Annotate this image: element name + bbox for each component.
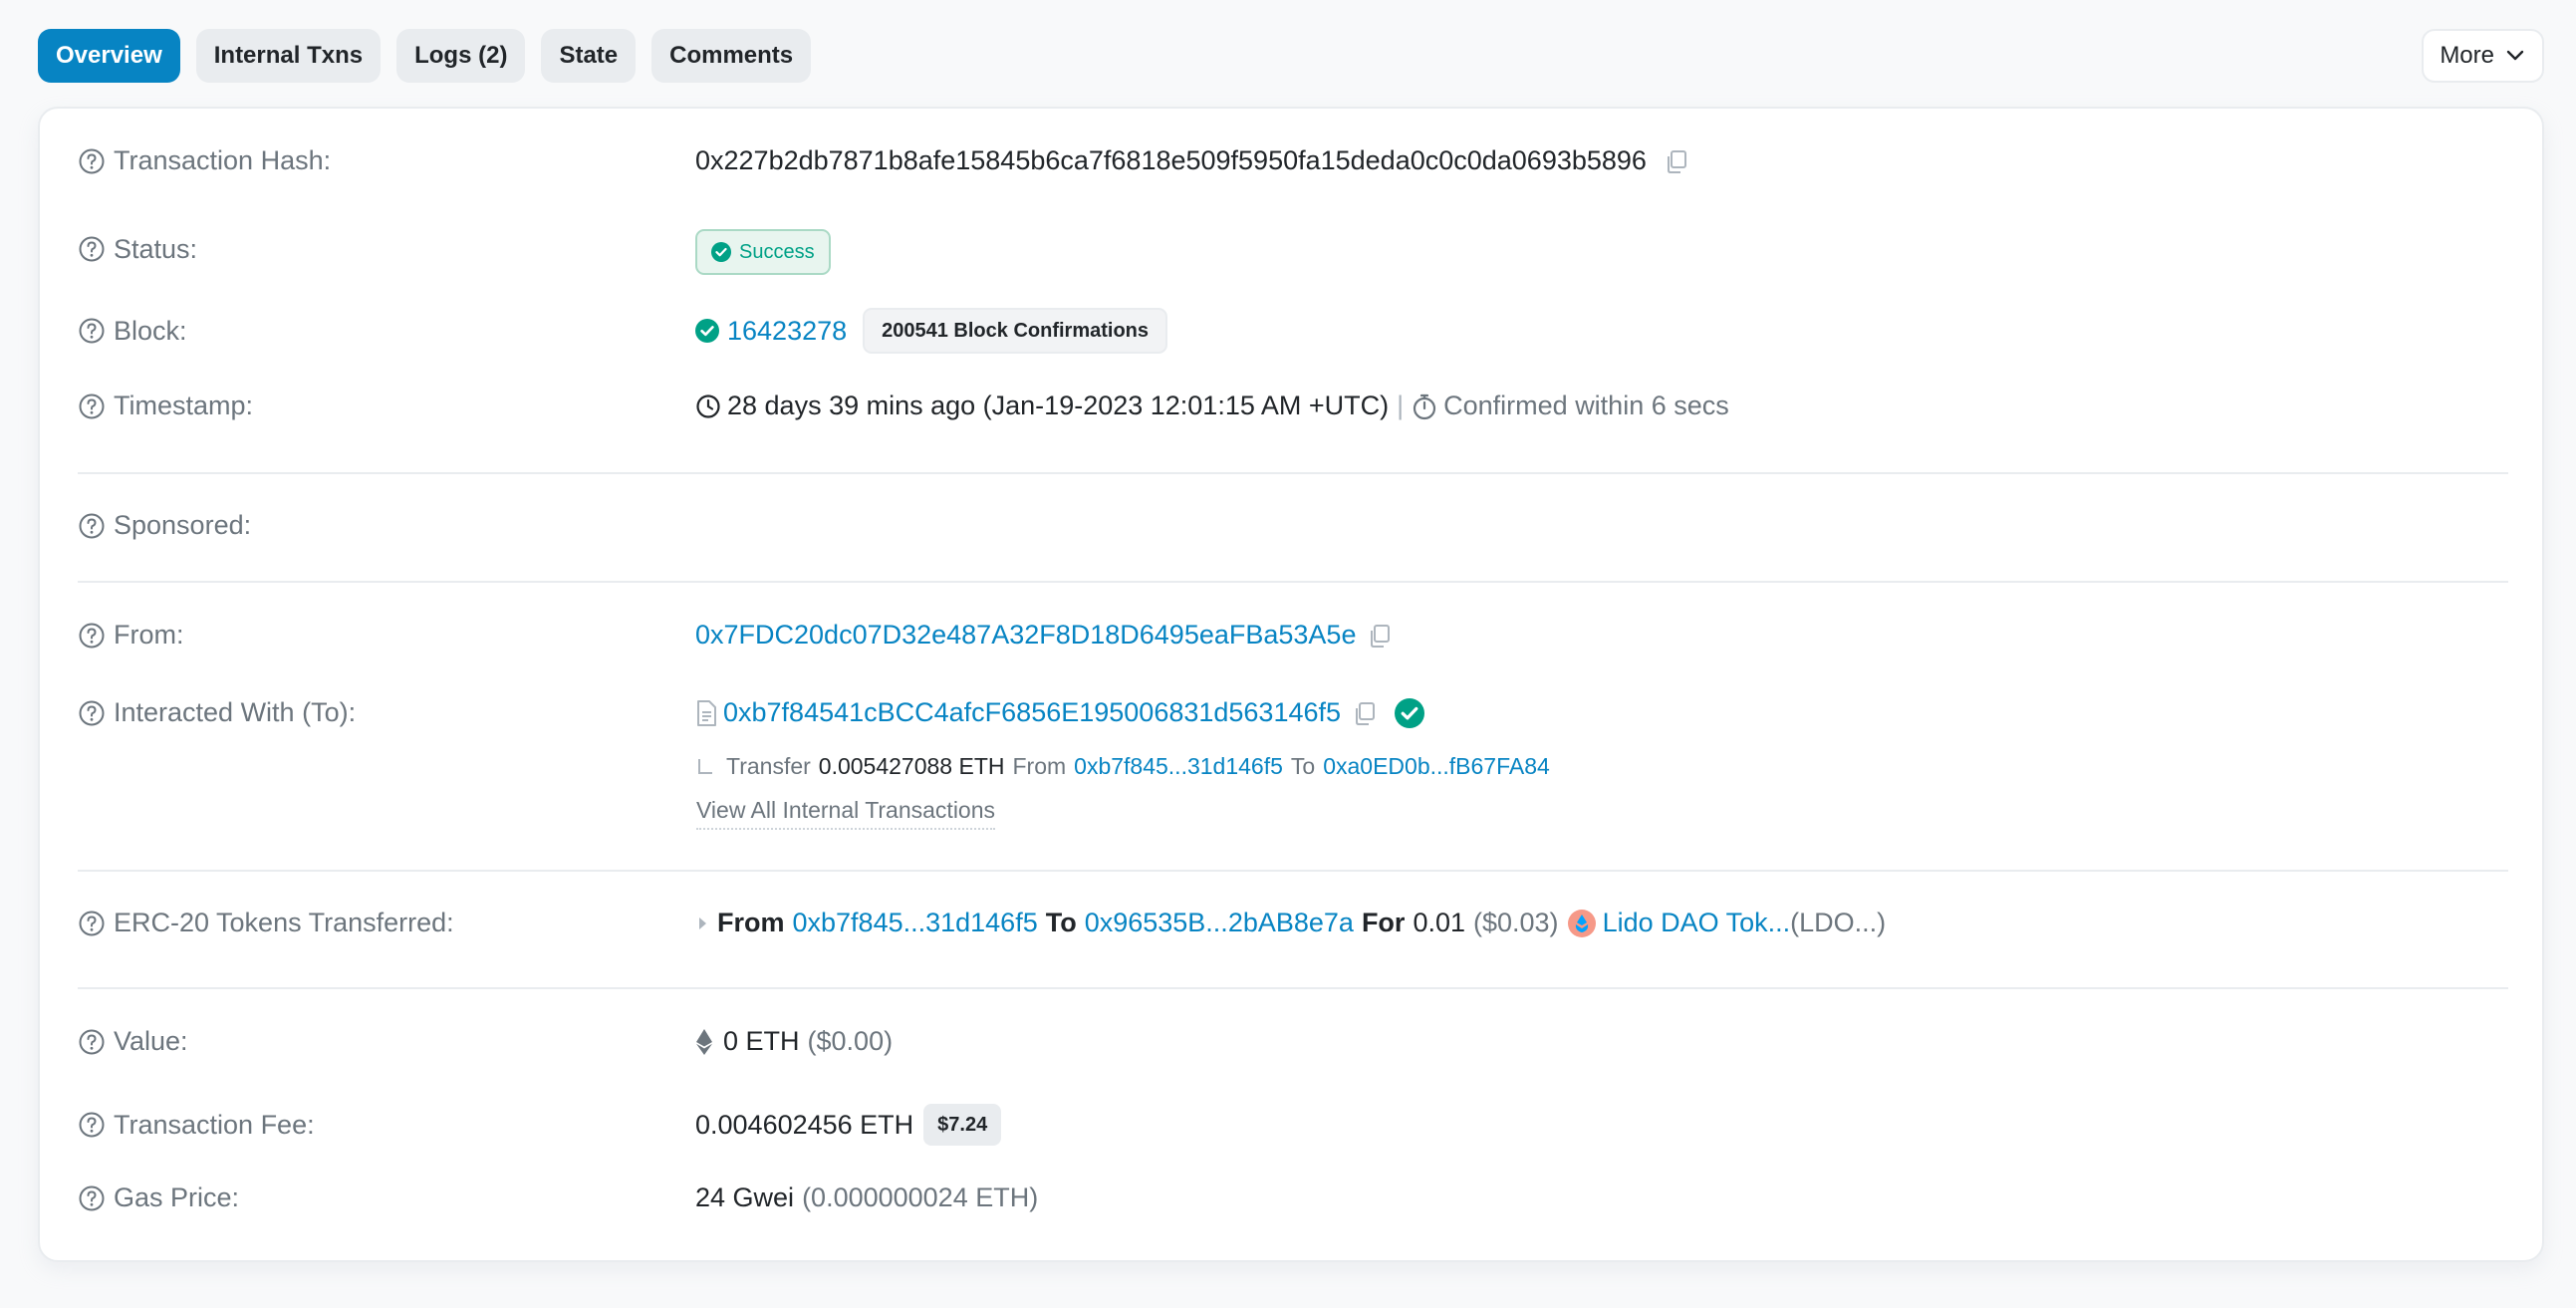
question-circle-icon[interactable] <box>78 910 106 937</box>
question-circle-icon[interactable] <box>78 1111 106 1139</box>
divider <box>78 987 2508 989</box>
transfer-prefix: Transfer <box>726 753 811 779</box>
confirmed-within-text: Confirmed within 6 secs <box>1443 391 1729 420</box>
erc20-from-word: From <box>717 908 785 937</box>
status-text: Success <box>739 240 815 263</box>
to-address-link[interactable]: 0xb7f84541cBCC4afcF6856E195006831d563146… <box>723 697 1341 728</box>
erc20-token-link[interactable]: Lido DAO Tok... <box>1603 908 1791 938</box>
question-circle-icon[interactable] <box>78 622 106 650</box>
fee-row: Transaction Fee: 0.004602456 ETH $7.24 <box>78 1104 2508 1146</box>
transaction-details-page: Overview Internal Txns Logs (2) State Co… <box>0 0 2576 1308</box>
timestamp-separator: | <box>1397 391 1405 420</box>
fee-label: Transaction Fee: <box>114 1109 315 1140</box>
value-eth: 0 ETH <box>723 1026 800 1056</box>
question-circle-icon[interactable] <box>78 1184 106 1212</box>
erc20-amount: 0.01 <box>1413 908 1465 937</box>
question-circle-icon[interactable] <box>78 235 106 263</box>
stopwatch-icon <box>1414 393 1436 419</box>
question-circle-icon[interactable] <box>78 317 106 345</box>
timestamp-label: Timestamp: <box>114 391 254 420</box>
question-circle-icon[interactable] <box>78 1028 106 1056</box>
overview-card: Transaction Hash: 0x227b2db7871b8afe1584… <box>38 107 2544 1262</box>
question-circle-icon[interactable] <box>78 512 106 540</box>
check-circle-icon <box>695 319 719 343</box>
sponsored-row: Sponsored: <box>78 510 2508 541</box>
sponsored-label: Sponsored: <box>114 510 252 540</box>
block-row: Block: 16423278 200541 Block Confirmatio… <box>78 308 2508 354</box>
gas-label: Gas Price: <box>114 1182 240 1212</box>
erc20-to-word: To <box>1045 908 1077 937</box>
tab-overview[interactable]: Overview <box>38 29 180 83</box>
verified-check-icon <box>1395 697 1425 728</box>
timestamp-row: Timestamp: 28 days 39 mins ago (Jan-19-2… <box>78 391 2508 421</box>
timestamp-value: 28 days 39 mins ago (Jan-19-2023 12:01:1… <box>727 391 1390 420</box>
status-badge: Success <box>695 229 831 275</box>
tab-state[interactable]: State <box>541 29 637 83</box>
copy-icon[interactable] <box>1366 622 1394 650</box>
question-circle-icon[interactable] <box>78 392 106 420</box>
from-row: From: 0x7FDC20dc07D32e487A32F8D18D6495ea… <box>78 620 2508 651</box>
erc20-for-word: For <box>1361 908 1406 937</box>
status-row: Status: Success <box>78 223 2508 275</box>
question-circle-icon[interactable] <box>78 699 106 727</box>
to-label: Interacted With (To): <box>114 697 357 727</box>
more-label: More <box>2440 42 2494 69</box>
status-label: Status: <box>114 233 198 264</box>
value-label: Value: <box>114 1026 188 1056</box>
copy-icon[interactable] <box>1351 699 1379 727</box>
tab-logs[interactable]: Logs (2) <box>396 29 526 83</box>
divider <box>78 472 2508 474</box>
block-number-link[interactable]: 16423278 <box>727 316 847 347</box>
tab-bar: Overview Internal Txns Logs (2) State Co… <box>38 29 812 83</box>
tab-internal-txns[interactable]: Internal Txns <box>195 29 382 83</box>
erc20-token-symbol: (LDO...) <box>1790 908 1887 937</box>
caret-right-icon[interactable] <box>695 914 709 933</box>
block-confirmations-badge: 200541 Block Confirmations <box>863 308 1168 354</box>
fee-eth: 0.004602456 ETH <box>695 1109 914 1140</box>
transfer-amount: 0.005427088 ETH <box>818 753 1005 779</box>
divider <box>78 870 2508 872</box>
tx-hash-row: Transaction Hash: 0x227b2db7871b8afe1584… <box>78 145 2508 176</box>
gas-gwei: 24 Gwei <box>695 1182 795 1212</box>
clock-icon <box>696 393 720 418</box>
view-all-internal-link[interactable]: View All Internal Transactions <box>696 797 996 830</box>
value-row: Value: 0 ETH ($0.00) <box>78 1026 2508 1057</box>
erc20-row: ERC-20 Tokens Transferred: From 0xb7f845… <box>78 908 2508 938</box>
corner-arrow-icon <box>698 758 712 774</box>
block-label: Block: <box>114 315 187 346</box>
more-dropdown-button[interactable]: More <box>2422 29 2544 83</box>
chevron-down-icon <box>2506 50 2524 61</box>
tx-hash-label: Transaction Hash: <box>114 145 332 175</box>
contract-file-icon <box>697 699 716 726</box>
tx-hash-value: 0x227b2db7871b8afe15845b6ca7f6818e509f59… <box>695 145 1647 175</box>
erc20-label: ERC-20 Tokens Transferred: <box>114 908 454 937</box>
question-circle-icon[interactable] <box>78 147 106 175</box>
lido-token-icon <box>1567 909 1596 937</box>
gas-eth: (0.000000024 ETH) <box>802 1182 1039 1212</box>
from-address-link[interactable]: 0x7FDC20dc07D32e487A32F8D18D6495eaFBa53A… <box>695 620 1356 651</box>
transfer-to-word: To <box>1290 753 1316 779</box>
erc20-to-link[interactable]: 0x96535B...2bAB8e7a <box>1085 908 1354 938</box>
to-row: Interacted With (To): 0xb7f84541cBCC4afc… <box>78 697 2508 728</box>
value-usd: ($0.00) <box>807 1026 894 1056</box>
transfer-from-link[interactable]: 0xb7f845...31d146f5 <box>1074 753 1283 780</box>
gas-row: Gas Price: 24 Gwei (0.000000024 ETH) <box>78 1182 2508 1213</box>
from-label: From: <box>114 620 184 650</box>
ethereum-icon <box>696 1028 712 1055</box>
tab-comments[interactable]: Comments <box>651 29 812 83</box>
erc20-from-link[interactable]: 0xb7f845...31d146f5 <box>793 908 1038 938</box>
transfer-to-link[interactable]: 0xa0ED0b...fB67FA84 <box>1323 753 1550 780</box>
divider <box>78 581 2508 583</box>
copy-icon[interactable] <box>1663 147 1690 175</box>
transfer-from-word: From <box>1012 753 1067 779</box>
erc20-usd: ($0.03) <box>1473 908 1559 937</box>
internal-transfer-row: Transfer 0.005427088 ETH From 0xb7f845..… <box>696 753 1550 780</box>
check-circle-icon <box>711 242 731 262</box>
fee-usd-badge: $7.24 <box>923 1104 1002 1146</box>
